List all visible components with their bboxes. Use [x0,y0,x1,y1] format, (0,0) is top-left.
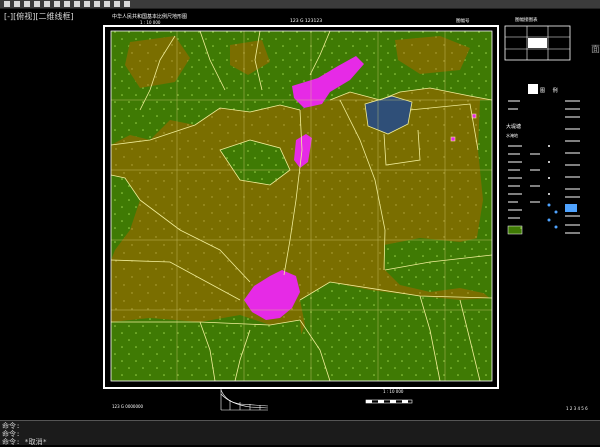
forest-south [111,315,305,381]
command-history-line-3: 命令: *取消* [2,438,47,446]
zoom-icon[interactable] [74,1,80,7]
save-icon[interactable] [24,1,30,7]
map-sheet-number-bottom: 123 G 0000000 [112,404,144,409]
small-building-east [450,136,456,142]
legend-symbol-samples [547,145,558,229]
pan-icon[interactable] [64,1,70,7]
print-icon[interactable] [34,1,40,7]
sheet-index-title: 图幅接图表 [515,16,538,23]
legend-forest-swatch [507,225,523,235]
properties-icon[interactable] [94,1,100,7]
legend-panel: 图 例 大堤塘 水淹地 [506,84,580,235]
map-scale-bottom: 1 : 10 000 [383,389,404,394]
map-title: 中华人民共和国基本比例尺地形图 [112,13,187,20]
legend-item-2: 水淹地 [506,132,518,138]
match-icon[interactable] [104,1,110,7]
measure-icon[interactable] [114,1,120,7]
map-scale-top: 1 : 10 000 [140,20,161,25]
map-sheet-id-bottom-right: 1 2 3 4 5 6 [566,406,588,411]
map-body [110,30,493,382]
drawing-viewport[interactable]: 中华人民共和国基本比例尺地形图 1 : 10 000 123 G 123123 … [0,8,600,420]
new-file-icon[interactable] [4,1,10,7]
layer-icon[interactable] [84,1,90,7]
redo-icon[interactable] [54,1,60,7]
legend-line-samples [508,100,580,234]
command-window[interactable]: 命令: 命令: 命令: *取消* [0,420,600,446]
viewport-label[interactable]: [-][俯视][二维线框] [4,11,74,22]
legend-title: 图 例 [540,87,561,94]
open-file-icon[interactable] [14,1,20,7]
right-edge-cut-text: 面 [590,45,600,55]
legend-water-swatch [565,204,577,212]
scale-bar [365,399,413,404]
calc-icon[interactable] [124,1,130,7]
legend-item-large: 大堤塘 [506,123,521,130]
map-sheet-id-top-right: 图幅号 [456,17,470,24]
map-sheet-number-top: 123 G 123123 [290,18,322,24]
undo-icon[interactable] [44,1,50,7]
slope-diagram [220,388,269,411]
sheet-index-table: 图幅接图表 [504,16,571,61]
